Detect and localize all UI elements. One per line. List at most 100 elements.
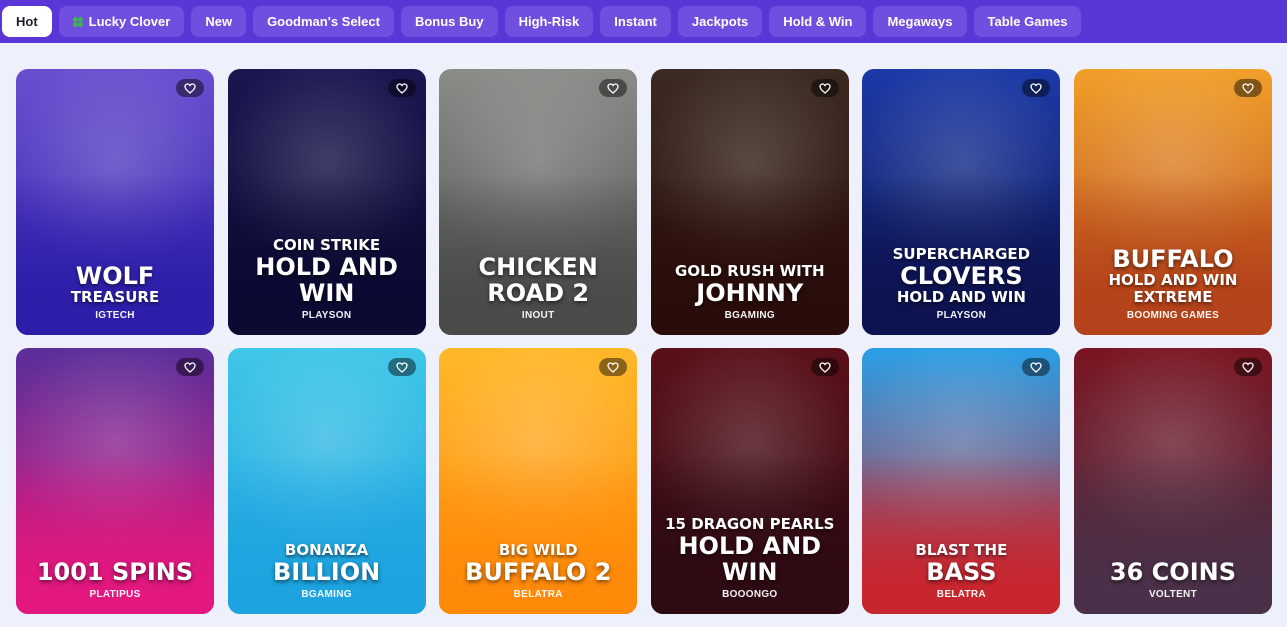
game-title-line: WIN xyxy=(298,279,355,307)
tab-instant[interactable]: Instant xyxy=(600,6,671,37)
game-provider: BOOONGO xyxy=(722,589,778,600)
game-title-line: TREASURE xyxy=(70,288,160,306)
game-info: BUFFALO HOLD AND WIN EXTREME BOOMING GAMES xyxy=(1074,246,1272,321)
favorite-button[interactable] xyxy=(810,358,839,376)
favorite-button[interactable] xyxy=(599,358,628,376)
game-info: BLAST THE BASS BELATRA xyxy=(862,541,1060,601)
game-title-line: BUFFALO 2 xyxy=(465,558,612,586)
game-title-line: 15 DRAGON PEARLS xyxy=(665,515,835,533)
favorite-button[interactable] xyxy=(1233,79,1262,97)
game-card-wolf-treasure[interactable]: WOLF TREASURE IGTECH xyxy=(16,69,214,335)
tab-goodman-s-select[interactable]: Goodman's Select xyxy=(253,6,394,37)
favorite-button[interactable] xyxy=(1233,358,1262,376)
tab-label: Bonus Buy xyxy=(414,14,484,29)
tab-label: Goodman's Select xyxy=(267,14,380,29)
game-card-big-wild-buffalo-2[interactable]: BIG WILD BUFFALO 2 BELATRA xyxy=(439,348,638,614)
tab-hold-win[interactable]: Hold & Win xyxy=(769,6,867,37)
tab-table-games[interactable]: Table Games xyxy=(973,6,1082,37)
favorite-button[interactable] xyxy=(1022,358,1051,376)
tab-lucky-clover[interactable]: Lucky Clover xyxy=(58,6,185,37)
tab-high-risk[interactable]: High-Risk xyxy=(504,6,594,37)
favorite-button[interactable] xyxy=(1022,79,1051,97)
game-title-line: HOLD AND xyxy=(678,532,822,560)
game-title-line: WOLF xyxy=(75,262,155,290)
game-title-line: SUPERCHARGED xyxy=(892,245,1031,263)
heart-icon xyxy=(1242,361,1254,373)
tab-label: Megaways xyxy=(887,14,953,29)
category-tab-bar: Hot Lucky Clover New Goodman's Select Bonus … xyxy=(0,0,1287,43)
game-title-line: HOLD AND xyxy=(255,253,398,281)
game-title-line: JOHNNY xyxy=(696,279,804,307)
game-card-15-dragon-pearls[interactable]: 15 DRAGON PEARLS HOLD AND WIN BOOONGO xyxy=(650,348,849,614)
game-title-line: CHICKEN xyxy=(478,253,598,281)
tab-label: High-Risk xyxy=(518,14,580,29)
game-card-coin-strike[interactable]: COIN STRIKE HOLD AND WIN PLAYSON xyxy=(227,69,426,335)
game-card-buffalo-extreme[interactable]: BUFFALO HOLD AND WIN EXTREME BOOMING GAMES xyxy=(1073,69,1272,335)
heart-icon xyxy=(1242,82,1254,94)
game-info: GOLD RUSH WITH JOHNNY BGAMING xyxy=(651,262,849,322)
tab-jackpots[interactable]: Jackpots xyxy=(677,6,763,37)
game-card-blast-the-bass[interactable]: BLAST THE BASS BELATRA xyxy=(862,348,1061,614)
game-card-gold-rush-johnny[interactable]: GOLD RUSH WITH JOHNNY BGAMING xyxy=(650,69,849,335)
game-info: 36 COINS VOLTENT xyxy=(1074,559,1272,600)
game-card-supercharged-clovers[interactable]: SUPERCHARGED CLOVERS HOLD AND WIN PLAYSON xyxy=(862,69,1061,335)
tab-label: Table Games xyxy=(987,14,1068,29)
tab-label: Lucky Clover xyxy=(88,14,171,29)
favorite-button[interactable] xyxy=(599,79,628,97)
favorite-button[interactable] xyxy=(387,358,416,376)
game-provider: PLATIPUS xyxy=(89,589,141,600)
game-info: 1001 SPINS PLATIPUS xyxy=(16,559,214,600)
heart-icon xyxy=(184,361,196,373)
tab-label: New xyxy=(205,14,233,29)
game-title-line: BONANZA xyxy=(284,541,369,559)
tab-label: Hold & Win xyxy=(783,14,853,29)
game-title-line: ROAD 2 xyxy=(487,279,590,307)
tab-new[interactable]: New xyxy=(191,6,247,37)
game-provider: INOUT xyxy=(521,310,555,321)
game-card-chicken-road-2[interactable]: CHICKEN ROAD 2 INOUT xyxy=(439,69,638,335)
game-info: CHICKEN ROAD 2 INOUT xyxy=(439,254,637,321)
game-provider: BELATRA xyxy=(936,589,986,600)
tab-bonus-buy[interactable]: Bonus Buy xyxy=(400,6,498,37)
game-provider: PLAYSON xyxy=(301,310,352,321)
game-info: 15 DRAGON PEARLS HOLD AND WIN BOOONGO xyxy=(651,515,849,601)
game-title-line: COIN STRIKE xyxy=(273,236,381,254)
game-provider: BELATRA xyxy=(513,589,563,600)
game-info: BIG WILD BUFFALO 2 BELATRA xyxy=(439,541,637,601)
game-title-line: BLAST THE xyxy=(915,541,1008,559)
heart-icon xyxy=(1030,82,1043,94)
game-title-line: WIN xyxy=(722,558,778,586)
game-provider: VOLTENT xyxy=(1148,589,1197,600)
game-provider: IGTECH xyxy=(95,310,135,321)
favorite-button[interactable] xyxy=(810,79,839,97)
game-title-line: BILLION xyxy=(272,558,381,586)
clover-icon xyxy=(72,16,83,27)
game-provider: BGAMING xyxy=(301,589,352,600)
game-title-line: BIG WILD xyxy=(498,541,578,559)
heart-icon xyxy=(184,82,196,94)
game-title-line: HOLD AND WIN xyxy=(896,288,1026,306)
heart-icon xyxy=(607,82,619,94)
favorite-button[interactable] xyxy=(387,79,416,97)
game-provider: PLAYSON xyxy=(936,310,987,321)
heart-icon xyxy=(819,82,831,94)
game-title-line: BUFFALO xyxy=(1112,245,1234,273)
tab-label: Instant xyxy=(614,14,657,29)
game-title-line: GOLD RUSH WITH xyxy=(675,262,825,280)
game-title-line: 1001 SPINS xyxy=(36,558,194,586)
tab-hot[interactable]: Hot xyxy=(2,6,52,37)
favorite-button[interactable] xyxy=(176,358,204,376)
heart-icon xyxy=(607,361,619,373)
game-grid: WOLF TREASURE IGTECH COIN STRIKE HOLD AND WIN… xyxy=(16,69,1272,614)
heart-icon xyxy=(395,82,408,94)
game-card-bonanza-billion[interactable]: BONANZA BILLION BGAMING xyxy=(227,348,426,614)
game-title-line: BASS xyxy=(926,558,997,586)
tab-megaways[interactable]: Megaways xyxy=(873,6,967,37)
game-title-line: 36 COINS xyxy=(1109,558,1236,586)
game-info: SUPERCHARGED CLOVERS HOLD AND WIN PLAYSON xyxy=(862,245,1060,322)
heart-icon xyxy=(819,361,831,373)
game-card-1001-spins[interactable]: 1001 SPINS PLATIPUS xyxy=(16,348,214,614)
game-card-36-coins[interactable]: 36 COINS VOLTENT xyxy=(1073,348,1272,614)
game-provider: BOOMING GAMES xyxy=(1126,310,1220,321)
favorite-button[interactable] xyxy=(176,79,204,97)
